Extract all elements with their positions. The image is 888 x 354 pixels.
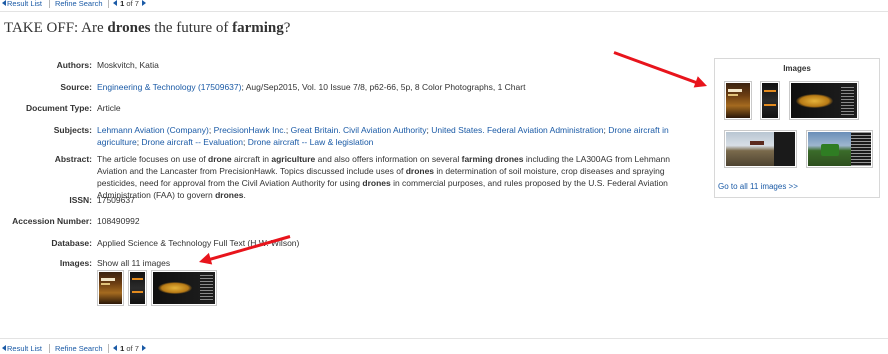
abstract-keyword: drone	[208, 154, 232, 164]
source-journal-link[interactable]: Engineering & Technology (17509637)	[97, 82, 241, 92]
go-to-all-images-link[interactable]: Go to all 11 images >>	[718, 182, 798, 191]
issn-value: 17509637	[97, 195, 135, 205]
wheat-spread-image	[153, 272, 215, 304]
annotation-arrowhead-icon	[197, 252, 213, 268]
result-list-link[interactable]: Result List	[2, 344, 42, 353]
images-label: Images:	[59, 258, 92, 268]
authors-label: Authors:	[56, 60, 92, 70]
record-pager: 1 of 7	[113, 0, 146, 8]
images-panel-title: Images	[783, 64, 811, 73]
magazine-cover-image	[99, 272, 122, 304]
abstract-label: Abstract:	[54, 154, 92, 164]
subject-link[interactable]: Lehmann Aviation (Company)	[97, 125, 209, 135]
article-page-image	[130, 272, 145, 304]
subject-link[interactable]: PrecisionHawk Inc.	[214, 125, 286, 135]
previous-record-icon[interactable]	[113, 0, 117, 6]
result-list-link[interactable]: Result List	[2, 0, 42, 8]
subject-link[interactable]: Drone aircraft -- Evaluation	[141, 137, 243, 147]
back-arrow-icon	[2, 345, 6, 351]
record-pager: 1 of 7	[113, 344, 146, 353]
pager-current: 1	[120, 0, 125, 8]
nav-divider	[49, 0, 50, 8]
back-arrow-icon	[2, 0, 6, 6]
document-type-label: Document Type:	[26, 103, 92, 113]
abstract-text-run: .	[243, 190, 246, 200]
abstract-keyword: drones	[405, 166, 435, 176]
document-type-value: Article	[97, 103, 121, 113]
subjects-label: Subjects:	[53, 125, 92, 135]
accession-number-label: Accession Number:	[12, 216, 92, 226]
subject-link[interactable]: Great Britain. Civil Aviation Authority	[291, 125, 427, 135]
abstract-keyword: drones	[362, 178, 391, 188]
divider-line	[0, 338, 888, 339]
images-panel: Images Go to all 11 images >>	[714, 58, 880, 198]
subject-link[interactable]: Drone aircraft -- Law & legislation	[248, 137, 374, 147]
subject-link[interactable]: United States. Federal Aviation Administ…	[431, 125, 603, 135]
next-record-icon[interactable]	[141, 0, 146, 6]
abstract-text: The article focuses on use of drone airc…	[97, 153, 697, 201]
previous-record-icon[interactable]	[113, 345, 117, 351]
refine-search-link[interactable]: Refine Search	[55, 344, 103, 353]
abstract-text-run: The article focuses on use of	[97, 154, 209, 164]
pager-total: of 7	[126, 0, 139, 8]
article-page-image	[762, 83, 778, 118]
image-thumbnail-page[interactable]	[760, 81, 780, 120]
next-record-icon[interactable]	[141, 345, 146, 351]
database-label: Database:	[51, 238, 92, 248]
issn-label: ISSN:	[69, 195, 92, 205]
annotation-arrow	[613, 50, 699, 84]
pager-total: of 7	[126, 344, 139, 353]
nav-divider	[108, 0, 109, 8]
image-thumbnail-spread[interactable]	[789, 81, 859, 120]
author-link[interactable]: Moskvitch, Katia	[97, 60, 159, 70]
wheat-spread-image	[791, 83, 857, 118]
abstract-keyword: agriculture	[271, 154, 316, 164]
bottom-navigation-bar: Result List Refine Search 1 of 7	[0, 344, 888, 354]
subjects-value: Lehmann Aviation (Company); PrecisionHaw…	[97, 125, 669, 147]
abstract-text-run: and also offers information on several	[315, 154, 462, 164]
tractor-image	[808, 132, 871, 166]
nav-divider	[108, 344, 109, 353]
source-value: Engineering & Technology (17509637); Aug…	[97, 82, 526, 92]
refine-search-link[interactable]: Refine Search	[55, 0, 103, 8]
divider-line	[0, 11, 888, 12]
top-navigation-bar: Result List Refine Search 1 of 7	[0, 0, 888, 9]
abstract-keyword: drones	[215, 190, 244, 200]
accession-number-value: 108490992	[97, 216, 140, 226]
show-all-images-link[interactable]: Show all 11 images	[97, 258, 170, 268]
image-thumbnail-cover[interactable]	[724, 81, 752, 120]
field-drone-image	[726, 132, 795, 166]
source-label: Source:	[60, 82, 92, 92]
magazine-cover-image	[726, 83, 750, 118]
abstract-keyword: farming drones	[461, 154, 524, 164]
pager-current: 1	[120, 344, 125, 353]
annotation-arrowhead-icon	[693, 76, 710, 92]
image-thumbnail-cover[interactable]	[97, 270, 124, 306]
image-thumbnail-spread[interactable]	[151, 270, 217, 306]
abstract-text-run: aircraft in	[231, 154, 272, 164]
image-thumbnail-tractor[interactable]	[806, 130, 873, 168]
record-title: TAKE OFF: Are drones the future of farmi…	[4, 20, 291, 36]
nav-divider	[49, 344, 50, 353]
image-thumbnail-field[interactable]	[724, 130, 797, 168]
image-thumbnail-page[interactable]	[128, 270, 147, 306]
